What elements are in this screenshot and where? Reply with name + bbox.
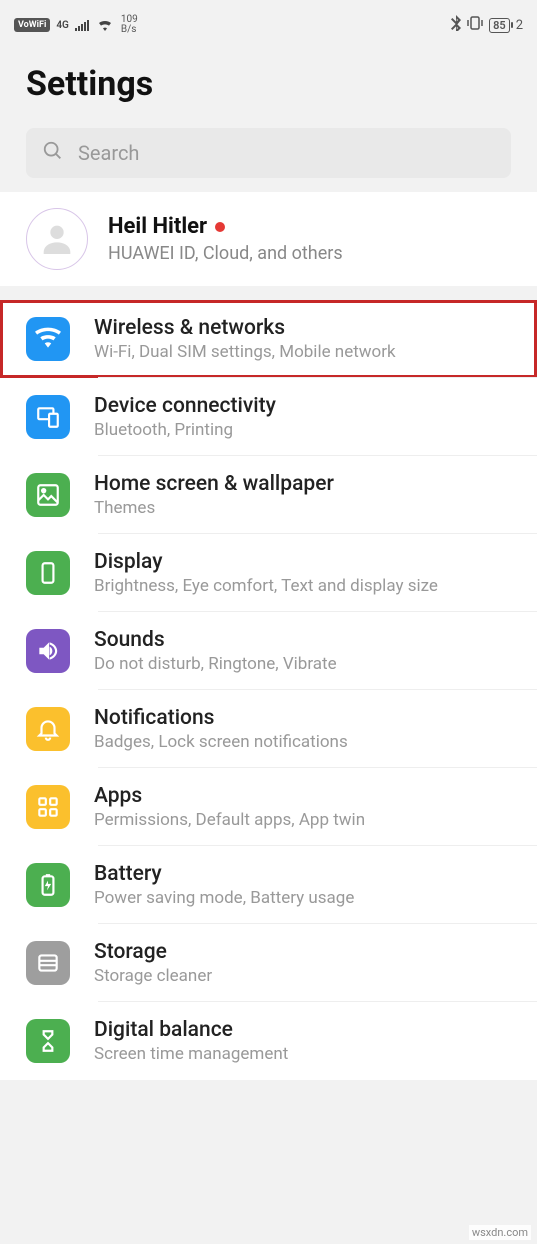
wallpaper-icon [26, 473, 70, 517]
search-icon [42, 140, 64, 166]
bluetooth-icon [451, 15, 461, 35]
item-sounds[interactable]: Sounds Do not disturb, Ringtone, Vibrate [0, 612, 537, 690]
battery-indicator: 85 [489, 18, 510, 33]
item-title: Digital balance [94, 1018, 288, 1042]
battery-icon [26, 863, 70, 907]
item-sub: Power saving mode, Battery usage [94, 888, 354, 908]
time-fragment: 2 [516, 18, 523, 33]
item-text: Sounds Do not disturb, Ringtone, Vibrate [94, 628, 337, 674]
vibrate-icon [467, 16, 483, 34]
item-sub: Badges, Lock screen notifications [94, 732, 348, 752]
item-title: Wireless & networks [94, 316, 396, 340]
vowifi-badge: VoWiFi [14, 18, 50, 32]
page-title: Settings [0, 44, 537, 128]
item-sub: Storage cleaner [94, 966, 212, 986]
item-text: Apps Permissions, Default apps, App twin [94, 784, 365, 830]
item-title: Battery [94, 862, 354, 886]
item-text: Display Brightness, Eye comfort, Text an… [94, 550, 438, 596]
display-icon [26, 551, 70, 595]
item-title: Storage [94, 940, 212, 964]
item-text: Home screen & wallpaper Themes [94, 472, 334, 518]
device-icon [26, 395, 70, 439]
apps-icon [26, 785, 70, 829]
account-name: Heil Hitler [108, 214, 207, 239]
status-right: 85 2 [451, 15, 523, 35]
storage-icon [26, 941, 70, 985]
account-row[interactable]: Heil Hitler HUAWEI ID, Cloud, and others [0, 192, 537, 286]
item-home-wallpaper[interactable]: Home screen & wallpaper Themes [0, 456, 537, 534]
item-sub: Screen time management [94, 1044, 288, 1064]
speed-unit: B/s [121, 25, 138, 35]
item-title: Notifications [94, 706, 348, 730]
item-wireless-networks[interactable]: Wireless & networks Wi-Fi, Dual SIM sett… [0, 300, 537, 378]
status-bar: VoWiFi 4G 109 B/s 85 2 [0, 0, 537, 44]
item-sub: Do not disturb, Ringtone, Vibrate [94, 654, 337, 674]
item-text: Device connectivity Bluetooth, Printing [94, 394, 276, 440]
account-subtitle: HUAWEI ID, Cloud, and others [108, 243, 343, 264]
item-title: Sounds [94, 628, 337, 652]
avatar [26, 208, 88, 270]
item-notifications[interactable]: Notifications Badges, Lock screen notifi… [0, 690, 537, 768]
search-input[interactable] [78, 141, 495, 165]
network-label: 4G [56, 20, 69, 31]
hourglass-icon [26, 1019, 70, 1063]
account-name-row: Heil Hitler [108, 214, 343, 239]
settings-list: Wireless & networks Wi-Fi, Dual SIM sett… [0, 300, 537, 1080]
item-text: Wireless & networks Wi-Fi, Dual SIM sett… [94, 316, 396, 362]
item-device-connectivity[interactable]: Device connectivity Bluetooth, Printing [0, 378, 537, 456]
item-sub: Wi-Fi, Dual SIM settings, Mobile network [94, 342, 396, 362]
item-apps[interactable]: Apps Permissions, Default apps, App twin [0, 768, 537, 846]
item-text: Notifications Badges, Lock screen notifi… [94, 706, 348, 752]
item-digital-balance[interactable]: Digital balance Screen time management [0, 1002, 537, 1080]
signal-icon [75, 19, 91, 31]
section-gap [0, 286, 537, 300]
item-battery[interactable]: Battery Power saving mode, Battery usage [0, 846, 537, 924]
item-sub: Brightness, Eye comfort, Text and displa… [94, 576, 438, 596]
wifi-icon [26, 317, 70, 361]
status-left: VoWiFi 4G 109 B/s [14, 15, 138, 35]
item-sub: Bluetooth, Printing [94, 420, 276, 440]
item-display[interactable]: Display Brightness, Eye comfort, Text an… [0, 534, 537, 612]
wifi-status-icon [97, 19, 113, 31]
item-title: Home screen & wallpaper [94, 472, 334, 496]
item-text: Storage Storage cleaner [94, 940, 212, 986]
notification-dot-icon [215, 222, 225, 232]
item-title: Device connectivity [94, 394, 276, 418]
search-bar[interactable] [26, 128, 511, 178]
sound-icon [26, 629, 70, 673]
item-title: Display [94, 550, 438, 574]
item-title: Apps [94, 784, 365, 808]
item-text: Digital balance Screen time management [94, 1018, 288, 1064]
item-sub: Themes [94, 498, 334, 518]
data-speed: 109 B/s [121, 15, 138, 35]
account-text: Heil Hitler HUAWEI ID, Cloud, and others [108, 214, 343, 264]
bell-icon [26, 707, 70, 751]
item-text: Battery Power saving mode, Battery usage [94, 862, 354, 908]
item-storage[interactable]: Storage Storage cleaner [0, 924, 537, 1002]
item-sub: Permissions, Default apps, App twin [94, 810, 365, 830]
watermark: wsxdn.com [469, 1225, 531, 1240]
